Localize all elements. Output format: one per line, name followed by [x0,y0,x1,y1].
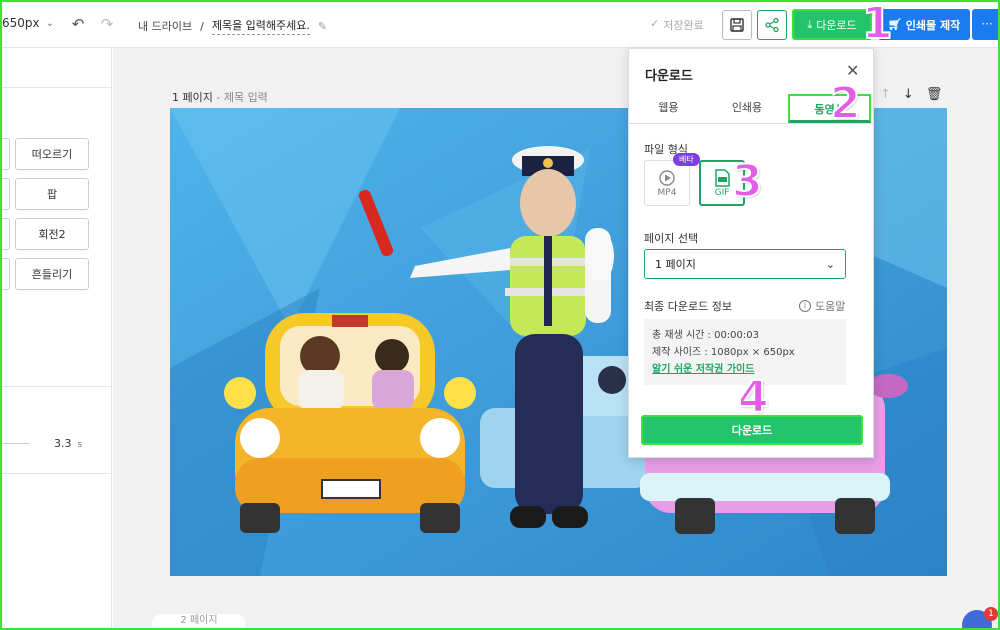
share-button[interactable] [757,10,787,40]
duration-slider[interactable] [0,443,30,444]
canvas-size-label: 650px [2,16,40,30]
format-mp4-label: MP4 [657,188,677,198]
duration-readout: 3.3 s [54,437,82,450]
duration-value: 3.3 [54,437,72,450]
check-icon: ✓ [650,17,660,30]
format-mp4-option[interactable]: MP4 [644,160,690,206]
document-title-input[interactable]: 제목을 입력해주세요. [211,17,310,35]
help-label: 도움말 [815,300,846,313]
animation-float-button[interactable]: 떠오르기 [15,138,89,170]
animation-option-partial[interactable] [0,178,10,210]
download-panel-title: 다운로드 [645,69,693,84]
divider [0,473,112,474]
page-tools: ↑ ↓ 🗑︎ [880,87,942,102]
animation-option-partial[interactable] [0,218,10,250]
final-info-label: 최종 다운로드 정보 [644,300,732,313]
page-select-dropdown[interactable]: 1 페이지 ⌄ [644,249,846,279]
step-1-annotation: 1 [861,0,894,49]
duration-unit: s [77,440,83,450]
beta-badge: 베타 [673,153,700,166]
floppy-icon [730,18,744,32]
page-select-value: 1 페이지 [655,258,696,271]
gif-file-icon [715,169,730,187]
step-3-annotation: 3 [731,156,764,207]
arrow-up-icon[interactable]: ↑ [880,87,891,102]
chevron-down-icon: ⌄ [45,17,55,29]
animation-option-partial[interactable] [0,138,10,170]
pencil-icon[interactable]: ✎ [318,20,327,33]
divider [0,386,112,387]
page-label: 1 페이지 - 제목 입력 [172,91,268,104]
save-status: ✓ 저장완료 [650,17,704,33]
breadcrumb-separator: / [200,19,204,33]
output-size-text: 제작 사이즈 : 1080px × 650px [652,347,795,358]
page-title-input[interactable]: 제목 입력 [224,91,268,104]
more-icon: ··· [981,17,993,31]
tab-web[interactable]: 웹용 [629,94,708,123]
trash-icon[interactable]: 🗑︎ [926,87,943,102]
animation-rotate2-button[interactable]: 회전2 [15,218,89,250]
save-button[interactable] [722,10,752,40]
breadcrumb-drive[interactable]: 내 드라이브 [138,18,192,34]
chevron-down-icon: ⌄ [825,257,835,271]
animation-panel: 떠오르기 팝 회전2 흔들리기 [0,48,112,630]
animation-option-partial[interactable] [0,258,10,290]
animation-panel-header [0,48,111,88]
save-status-label: 저장완료 [663,19,704,32]
animation-shake-button[interactable]: 흔들리기 [15,258,89,290]
page-select-label: 페이지 선택 [644,232,699,245]
notification-badge: 1 [984,607,998,621]
more-menu-button[interactable]: ··· [972,9,1000,40]
top-toolbar: 650px ⌄ ↶ ↷ 내 드라이브 / 제목을 입력해주세요. ✎ ✓ 저장완… [0,0,1000,48]
video-file-icon [659,170,675,186]
page-2-tab[interactable]: 2 페이지 [152,614,246,630]
format-gif-label: GIF [714,188,730,198]
share-icon [765,17,779,33]
breadcrumb: 내 드라이브 / 제목을 입력해주세요. ✎ [138,17,327,35]
redo-icon[interactable]: ↷ [98,15,116,33]
info-icon: i [799,300,811,312]
arrow-down-icon[interactable]: ↓ [903,87,914,102]
download-button[interactable]: ⤓ 다운로드 [792,9,872,40]
help-link[interactable]: i 도움말 [799,298,845,314]
play-time-text: 총 재생 시간 : 00:00:03 [652,330,759,341]
undo-icon[interactable]: ↶ [69,15,87,33]
print-order-label: 인쇄물 제작 [905,18,961,32]
canvas-size-select[interactable]: 650px ⌄ [2,16,54,30]
page-number: 1 페이지 [172,91,213,104]
tab-print[interactable]: 인쇄용 [708,94,787,123]
step-2-annotation: 2 [829,78,862,129]
download-icon: ⤓ [807,17,813,31]
download-button-label: 다운로드 [816,18,857,32]
animation-pop-button[interactable]: 팝 [15,178,89,210]
step-4-annotation: 4 [737,372,770,423]
